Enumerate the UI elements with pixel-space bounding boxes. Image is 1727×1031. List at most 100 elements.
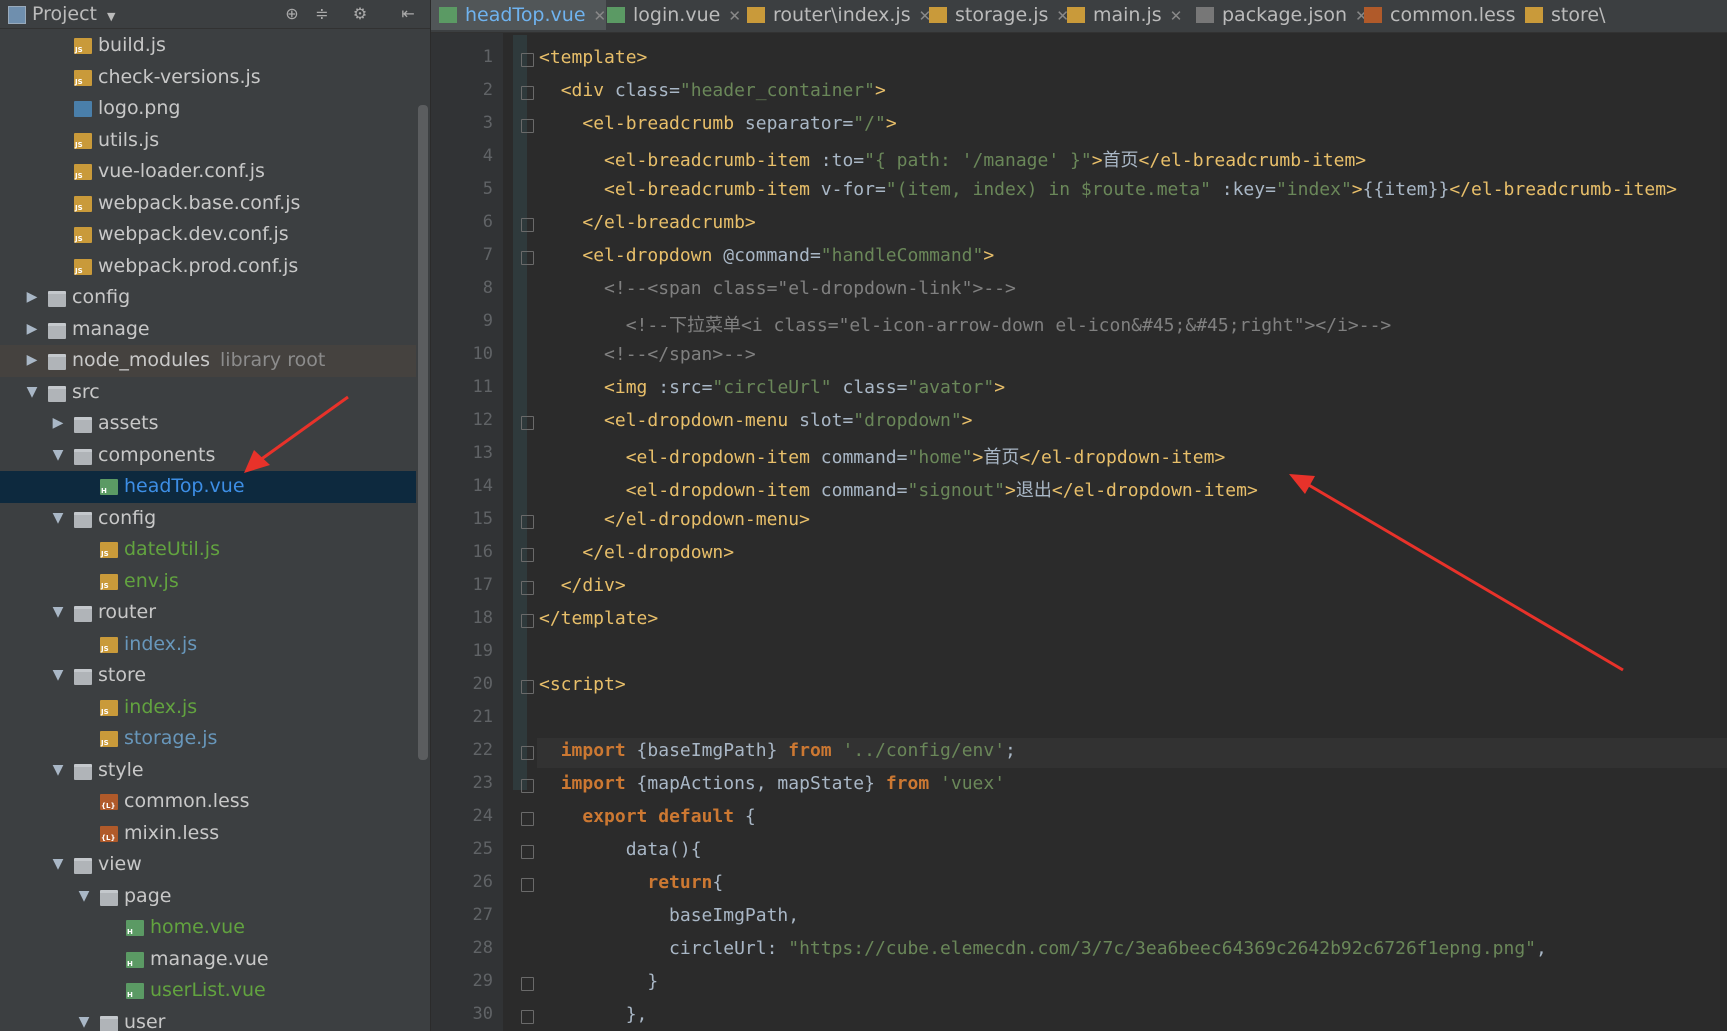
code-line[interactable]: <template> — [539, 47, 647, 68]
tree-file[interactable]: logo.png — [0, 93, 416, 125]
code-line[interactable]: return{ — [539, 872, 723, 893]
tree-file[interactable]: JS webpack.prod.conf.js — [0, 251, 416, 283]
tree-folder[interactable]: ▶ manage — [0, 314, 416, 346]
code-line[interactable]: <!--<span class="el-dropdown-link">--> — [539, 278, 1016, 299]
tree-file[interactable]: JS check-versions.js — [0, 62, 416, 94]
editor-tab[interactable]: storage.js ✕ — [921, 0, 1069, 30]
expand-arrow-icon[interactable]: ▼ — [76, 881, 92, 913]
code-line[interactable]: </template> — [539, 608, 658, 629]
fold-marker-icon[interactable] — [521, 812, 534, 826]
code-line[interactable]: } — [539, 971, 658, 992]
editor-tab[interactable]: main.js ✕ — [1059, 0, 1182, 30]
fold-marker-icon[interactable] — [521, 86, 534, 100]
editor-tab[interactable]: store\ — [1517, 0, 1605, 30]
tree-file[interactable]: JS build.js — [0, 30, 416, 62]
code-line[interactable]: <el-dropdown-item command="signout">退出</… — [539, 476, 1258, 502]
expand-arrow-icon[interactable]: ▼ — [50, 849, 66, 881]
tree-file[interactable]: JS vue-loader.conf.js — [0, 156, 416, 188]
tree-file[interactable]: JS dateUtil.js — [0, 534, 416, 566]
fold-marker-icon[interactable] — [521, 1010, 534, 1024]
code-line[interactable]: </el-dropdown> — [539, 542, 734, 563]
editor-tab[interactable]: router\index.js ✕ — [739, 0, 931, 30]
editor-tab[interactable]: common.less✕ — [1356, 0, 1536, 30]
collapse-all-icon[interactable]: ≑ — [312, 4, 332, 24]
collapse-arrow-icon[interactable]: ▶ — [24, 282, 40, 314]
tree-file[interactable]: {L} mixin.less — [0, 818, 416, 850]
project-view-selector[interactable]: Project ▼ — [8, 2, 115, 26]
tree-folder[interactable]: ▼ config — [0, 503, 416, 535]
tree-file[interactable]: JS index.js — [0, 692, 416, 724]
fold-marker-icon[interactable] — [521, 614, 534, 628]
tree-folder[interactable]: ▼ view — [0, 849, 416, 881]
fold-marker-icon[interactable] — [521, 845, 534, 859]
expand-arrow-icon[interactable]: ▼ — [50, 440, 66, 472]
project-scrollbar[interactable] — [418, 105, 428, 760]
tree-file[interactable]: JS webpack.base.conf.js — [0, 188, 416, 220]
code-line[interactable]: import {mapActions, mapState} from 'vuex… — [539, 773, 1005, 794]
fold-marker-icon[interactable] — [521, 416, 534, 430]
locate-file-icon[interactable]: ⊕ — [282, 4, 302, 24]
tree-folder[interactable]: ▼ style — [0, 755, 416, 787]
expand-arrow-icon[interactable]: ▼ — [50, 755, 66, 787]
close-tab-icon[interactable]: ✕ — [1170, 7, 1183, 25]
code-line[interactable]: <!--</span>--> — [539, 344, 756, 365]
code-line[interactable]: <el-dropdown-item command="home">首页</el-… — [539, 443, 1226, 469]
tree-file[interactable]: HheadTop.vue — [0, 471, 416, 503]
code-area[interactable] — [0, 0, 1, 1]
tree-file[interactable]: JS utils.js — [0, 125, 416, 157]
tree-file[interactable]: HuserList.vue — [0, 975, 416, 1007]
code-line[interactable]: }, — [539, 1004, 648, 1025]
code-line[interactable]: <el-breadcrumb-item v-for="(item, index)… — [539, 179, 1677, 200]
code-line[interactable]: <el-dropdown @command="handleCommand"> — [539, 245, 994, 266]
code-line[interactable]: data(){ — [539, 839, 702, 860]
tree-file[interactable]: Hhome.vue — [0, 912, 416, 944]
code-line[interactable]: <el-breadcrumb separator="/"> — [539, 113, 896, 134]
tree-folder[interactable]: ▶ node_modules library root — [0, 345, 416, 377]
expand-arrow-icon[interactable]: ▼ — [76, 1007, 92, 1031]
code-line[interactable]: <img :src="circleUrl" class="avator"> — [539, 377, 1005, 398]
code-line[interactable]: baseImgPath, — [539, 905, 799, 926]
tree-folder[interactable]: ▼ user — [0, 1007, 416, 1031]
code-line[interactable]: <script> — [539, 674, 626, 695]
tree-folder[interactable]: ▶ config — [0, 282, 416, 314]
fold-marker-icon[interactable] — [521, 53, 534, 67]
tree-file[interactable]: JS storage.js — [0, 723, 416, 755]
fold-marker-icon[interactable] — [521, 680, 534, 694]
tree-file[interactable]: JS index.js — [0, 629, 416, 661]
tree-folder[interactable]: ▼ store — [0, 660, 416, 692]
code-line[interactable]: </el-dropdown-menu> — [539, 509, 810, 530]
tree-folder[interactable]: ▼ router — [0, 597, 416, 629]
tree-file[interactable]: Hmanage.vue — [0, 944, 416, 976]
gear-icon[interactable]: ⚙ — [350, 4, 370, 24]
hide-panel-icon[interactable]: ⇤ — [398, 4, 418, 24]
code-line[interactable]: circleUrl: "https://cube.elemecdn.com/3/… — [539, 938, 1547, 959]
fold-marker-icon[interactable] — [521, 746, 534, 760]
code-line[interactable]: <!--下拉菜单<i class="el-icon-arrow-down el-… — [539, 311, 1392, 337]
fold-marker-icon[interactable] — [521, 251, 534, 265]
fold-marker-icon[interactable] — [521, 515, 534, 529]
code-line[interactable]: import {baseImgPath} from '../config/env… — [539, 740, 1016, 761]
editor-tab[interactable]: headTop.vue ✕ — [431, 0, 607, 30]
tree-folder[interactable]: ▼ page — [0, 881, 416, 913]
code-line[interactable]: </el-breadcrumb> — [539, 212, 755, 233]
editor-tab[interactable]: package.json ✕ — [1188, 0, 1368, 30]
expand-arrow-icon[interactable]: ▼ — [50, 660, 66, 692]
fold-marker-icon[interactable] — [521, 977, 534, 991]
expand-arrow-icon[interactable]: ▼ — [50, 597, 66, 629]
fold-marker-icon[interactable] — [521, 218, 534, 232]
tree-file[interactable]: JS env.js — [0, 566, 416, 598]
code-line[interactable]: export default { — [539, 806, 755, 827]
code-line[interactable]: </div> — [539, 575, 626, 596]
collapse-arrow-icon[interactable]: ▶ — [24, 314, 40, 346]
fold-marker-icon[interactable] — [521, 119, 534, 133]
fold-marker-icon[interactable] — [521, 878, 534, 892]
expand-arrow-icon[interactable]: ▼ — [50, 503, 66, 535]
tree-file[interactable]: {L} common.less — [0, 786, 416, 818]
fold-marker-icon[interactable] — [521, 779, 534, 793]
fold-marker-icon[interactable] — [521, 548, 534, 562]
code-line[interactable]: <div class="header_container"> — [539, 80, 886, 101]
collapse-arrow-icon[interactable]: ▶ — [50, 408, 66, 440]
collapse-arrow-icon[interactable]: ▶ — [24, 345, 40, 377]
fold-marker-icon[interactable] — [521, 581, 534, 595]
tree-file[interactable]: JS webpack.dev.conf.js — [0, 219, 416, 251]
